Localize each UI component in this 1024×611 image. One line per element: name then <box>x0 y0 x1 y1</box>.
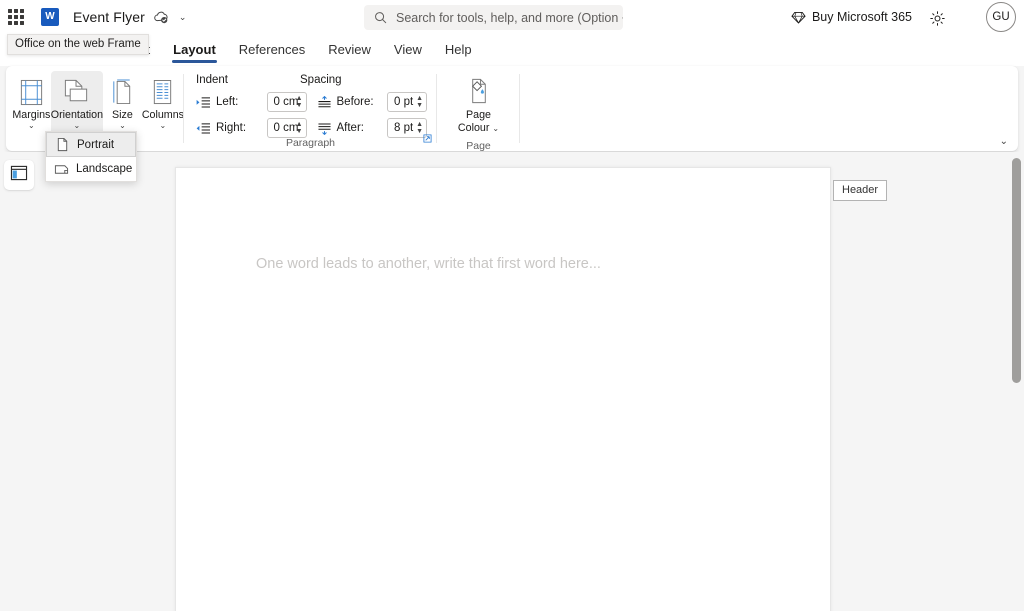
tab-review[interactable]: Review <box>318 38 381 63</box>
header-label[interactable]: Header <box>833 180 888 201</box>
vertical-scrollbar-track[interactable] <box>1009 152 1024 611</box>
indent-left-input[interactable]: 0 cm ▲ ▼ <box>266 92 307 112</box>
orientation-dropdown-menu: Portrait Landscape <box>45 131 137 182</box>
indent-right-value: 0 cm <box>273 122 299 134</box>
size-chevron-down-icon: ⌄ <box>119 121 126 131</box>
navigation-pane-toggle-button[interactable] <box>4 160 34 190</box>
document-canvas: One word leads to another, write that fi… <box>38 152 1024 611</box>
ribbon-tabs-bar: File Home Insert Layout References Revie… <box>0 34 1024 97</box>
orientation-icon <box>61 76 92 108</box>
columns-button[interactable]: Columns ⌄ <box>142 71 184 141</box>
page-colour-chevron-down-icon: ⌄ <box>492 124 500 134</box>
tab-help[interactable]: Help <box>435 38 482 63</box>
indent-header: Indent <box>196 74 228 86</box>
ribbon-groups: Margins ⌄ Orientation ⌄ Size ⌄ Columns ⌄… <box>6 66 1018 162</box>
orientation-label: Orientation <box>50 109 104 121</box>
columns-icon <box>150 76 175 108</box>
paragraph-headers: Indent Spacing <box>196 74 427 86</box>
document-page[interactable]: One word leads to another, write that fi… <box>175 167 831 611</box>
portrait-icon <box>55 137 70 152</box>
paragraph-controls: Indent Spacing Left: 0 cm ▲ ▼ Before: 0 … <box>184 66 437 138</box>
tab-view[interactable]: View <box>384 38 432 63</box>
spacing-after-stepper[interactable]: ▲ ▼ <box>416 120 423 136</box>
page-colour-label-line2: Colour ⌄ <box>457 122 500 135</box>
document-placeholder-text: One word leads to another, write that fi… <box>256 256 601 272</box>
page-background-items: Page Colour ⌄ <box>437 66 520 141</box>
spacing-header: Spacing <box>300 74 342 86</box>
spacing-before-stepper[interactable]: ▲ ▼ <box>416 94 423 110</box>
word-app-icon: W <box>41 8 59 26</box>
cloud-saved-icon[interactable] <box>153 9 169 25</box>
ribbon-collapse-chevron-down-icon[interactable]: ⌄ <box>1000 136 1008 147</box>
orientation-menu-item-landscape[interactable]: Landscape <box>46 157 136 181</box>
indent-right-field: Right: <box>196 122 267 135</box>
landscape-icon <box>54 162 69 177</box>
spacing-after-input[interactable]: 8 pt ▲ ▼ <box>387 118 427 138</box>
indent-left-label: Left: <box>216 96 239 108</box>
word-online-window: W Event Flyer ⌄ Search for tools, help, … <box>0 0 1024 611</box>
margins-label: Margins <box>12 109 51 121</box>
ribbon-group-page-background: Page Colour⌄ Page Background <box>437 66 520 162</box>
vertical-scrollbar-thumb[interactable] <box>1012 158 1021 383</box>
title-bar: W Event Flyer ⌄ Search for tools, help, … <box>0 0 1024 34</box>
margins-icon <box>18 76 45 108</box>
frame-tooltip: Office on the web Frame <box>7 34 149 55</box>
indent-right-icon <box>196 122 211 135</box>
indent-left-value: 0 cm <box>273 96 299 108</box>
ribbon: Margins ⌄ Orientation ⌄ Size ⌄ Columns ⌄… <box>6 66 1018 162</box>
spacing-after-label: After: <box>336 122 364 134</box>
left-rail <box>0 152 38 611</box>
indent-right-stepper[interactable]: ▲ ▼ <box>296 120 303 136</box>
paragraph-dialog-launcher-icon[interactable] <box>423 130 432 148</box>
spacing-before-icon <box>317 95 332 109</box>
paragraph-row-2: Right: 0 cm ▲ ▼ After: 8 pt ▲ ▼ <box>196 118 427 138</box>
orientation-chevron-down-icon: ⌄ <box>73 121 81 131</box>
indent-left-stepper[interactable]: ▲ ▼ <box>296 94 303 110</box>
tab-layout[interactable]: Layout <box>163 38 226 63</box>
spacing-before-label: Before: <box>336 96 374 108</box>
orientation-menu-label-portrait: Portrait <box>77 138 115 151</box>
spacing-after-field: After: <box>317 122 388 135</box>
tab-references[interactable]: References <box>229 38 315 63</box>
orientation-menu-item-portrait[interactable]: Portrait <box>46 132 136 157</box>
paragraph-group-label: Paragraph <box>285 137 336 149</box>
document-title[interactable]: Event Flyer <box>73 9 145 25</box>
page-colour-icon <box>465 76 493 108</box>
search-placeholder: Search for tools, help, and more (Option… <box>396 10 623 25</box>
size-icon <box>109 76 135 108</box>
search-icon <box>374 11 387 24</box>
spacing-after-icon <box>317 122 332 135</box>
buy-microsoft-365-button[interactable]: Buy Microsoft 365 <box>791 7 912 27</box>
navigation-pane-icon <box>10 165 28 186</box>
indent-left-field: Left: <box>196 96 267 109</box>
app-launcher-icon[interactable] <box>5 6 27 28</box>
diamond-icon <box>791 10 806 25</box>
paragraph-row-1: Left: 0 cm ▲ ▼ Before: 0 pt ▲ ▼ <box>196 92 427 112</box>
buy-microsoft-365-label: Buy Microsoft 365 <box>811 10 912 24</box>
avatar-initials: GU <box>992 11 1010 23</box>
gear-icon[interactable] <box>926 7 948 29</box>
spacing-before-value: 0 pt <box>394 96 414 108</box>
spacing-before-input[interactable]: 0 pt ▲ ▼ <box>387 92 427 112</box>
word-app-icon-letter: W <box>45 11 55 22</box>
title-chevron-down-icon[interactable]: ⌄ <box>179 12 187 23</box>
page-colour-label-line1: Page <box>466 109 491 121</box>
indent-left-icon <box>196 96 211 109</box>
columns-chevron-down-icon: ⌄ <box>159 121 167 131</box>
columns-label: Columns <box>141 109 184 121</box>
ribbon-group-paragraph: Indent Spacing Left: 0 cm ▲ ▼ Before: 0 … <box>184 66 437 151</box>
indent-right-input[interactable]: 0 cm ▲ ▼ <box>266 118 307 138</box>
page-colour-button[interactable]: Page Colour ⌄ <box>448 71 510 141</box>
indent-right-label: Right: <box>216 122 247 134</box>
spacing-after-value: 8 pt <box>394 122 414 134</box>
search-input[interactable]: Search for tools, help, and more (Option… <box>364 5 623 30</box>
ribbon-tabs: File Home Insert Layout References Revie… <box>0 34 1024 66</box>
margins-chevron-down-icon: ⌄ <box>28 121 35 131</box>
spacing-before-field: Before: <box>317 95 388 109</box>
size-label: Size <box>112 109 133 121</box>
orientation-menu-label-landscape: Landscape <box>76 163 133 175</box>
avatar[interactable]: GU <box>986 2 1016 32</box>
